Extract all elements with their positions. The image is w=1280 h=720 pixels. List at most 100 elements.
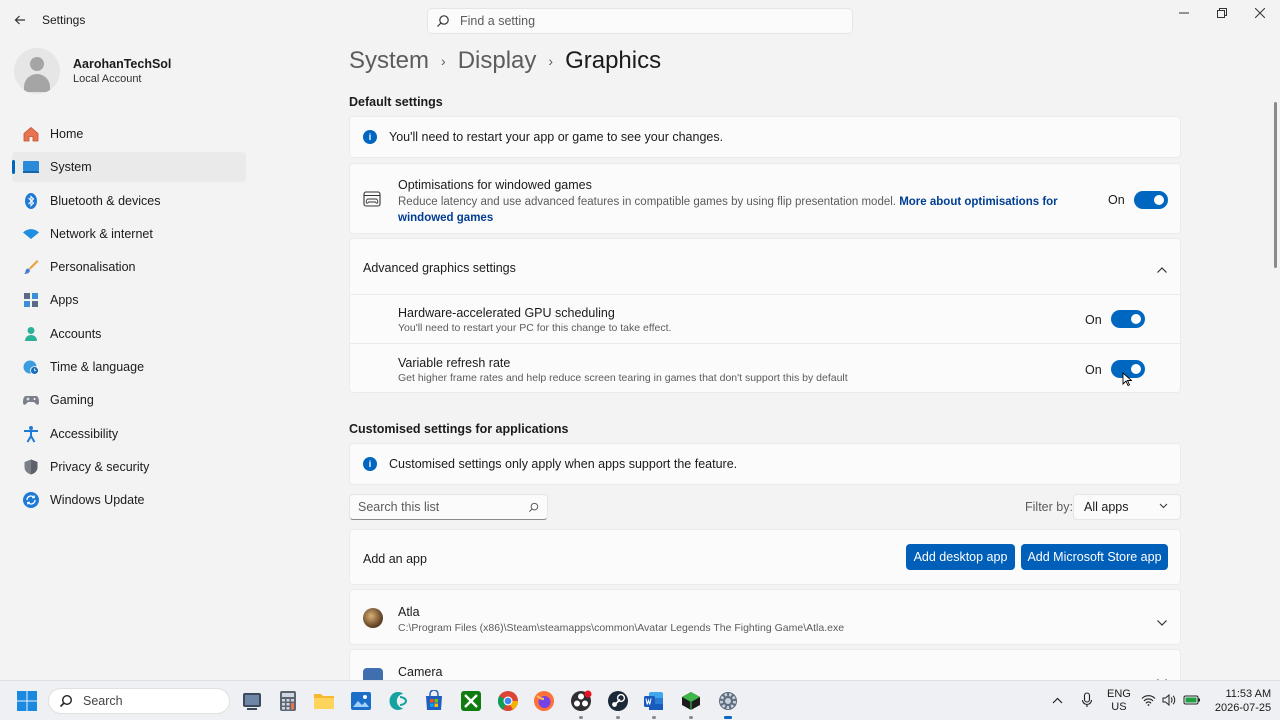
breadcrumb-display[interactable]: Display: [458, 47, 537, 75]
advanced-graphics-title: Advanced graphics settings: [363, 261, 516, 275]
user-profile[interactable]: AarohanTechSol Local Account: [14, 48, 171, 94]
add-app-card: Add an app Add desktop app Add Microsoft…: [349, 529, 1181, 585]
sidebar-item-gaming[interactable]: Gaming: [12, 385, 246, 415]
sidebar-item-accessibility[interactable]: Accessibility: [12, 419, 246, 449]
atla-app-icon: [363, 608, 383, 628]
scrollbar-thumb[interactable]: [1274, 102, 1277, 268]
battery-icon[interactable]: [1183, 694, 1201, 709]
region-code: US: [1111, 701, 1127, 713]
search-icon: [437, 15, 449, 27]
variable-refresh-title: Variable refresh rate: [398, 356, 511, 370]
accounts-icon: [22, 325, 40, 343]
advanced-graphics-card: Advanced graphics settings Hardware-acce…: [349, 238, 1181, 393]
gpu-scheduling-toggle[interactable]: [1111, 310, 1145, 328]
photos-icon[interactable]: [349, 689, 373, 713]
app-item-atla[interactable]: Atla C:\Program Files (x86)\Steam\steama…: [349, 589, 1181, 645]
windowed-games-state: On: [1108, 193, 1125, 207]
store-icon[interactable]: [422, 689, 446, 713]
settings-icon[interactable]: [716, 689, 740, 719]
language-indicator[interactable]: ENG US: [1107, 688, 1131, 714]
bluetooth-icon: [22, 192, 40, 210]
search-icon: [59, 694, 73, 708]
sidebar-item-time-language[interactable]: Time & language: [12, 352, 246, 382]
brush-icon: [22, 258, 40, 276]
file-explorer-icon[interactable]: [312, 689, 336, 713]
mouse-cursor-icon: [1122, 372, 1133, 391]
clock-time: 11:53 AM: [1225, 688, 1272, 700]
obs-icon[interactable]: [569, 689, 593, 719]
sidebar-item-network[interactable]: Network & internet: [12, 219, 246, 249]
sidebar-item-bluetooth[interactable]: Bluetooth & devices: [12, 186, 246, 216]
breadcrumb: System › Display › Graphics: [349, 47, 661, 75]
windowed-game-icon: [363, 190, 381, 213]
search-icon: [529, 502, 539, 512]
xbox-icon[interactable]: [459, 689, 483, 713]
windowed-games-toggle[interactable]: [1134, 191, 1168, 209]
app-title: Settings: [42, 13, 86, 27]
filter-label: Filter by:: [1025, 500, 1073, 514]
word-icon[interactable]: [642, 689, 666, 719]
sidebar-item-apps[interactable]: Apps: [12, 285, 246, 315]
taskbar-search-label: Search: [83, 694, 123, 708]
language-code: ENG: [1107, 688, 1131, 700]
chrome-icon[interactable]: [496, 689, 520, 713]
sidebar-item-privacy-security[interactable]: Privacy & security: [12, 452, 246, 482]
breadcrumb-system[interactable]: System: [349, 47, 429, 75]
minimize-icon[interactable]: [1166, 4, 1202, 22]
chevron-down-icon: [1156, 614, 1168, 632]
windowed-games-description: Reduce latency and use advanced features…: [398, 196, 896, 208]
filter-dropdown[interactable]: All apps: [1073, 494, 1181, 520]
add-desktop-app-button[interactable]: Add desktop app: [906, 544, 1015, 570]
gpu-scheduling-description: You'll need to restart your PC for this …: [398, 322, 672, 334]
search-this-list[interactable]: [349, 494, 548, 520]
restart-info-text: You'll need to restart your app or game …: [389, 130, 724, 144]
windows-start-icon[interactable]: [16, 690, 38, 712]
sidebar-item-accounts[interactable]: Accounts: [12, 319, 246, 349]
avatar: [14, 48, 60, 94]
vpn-app-icon[interactable]: [386, 689, 410, 713]
gpu-scheduling-state: On: [1085, 313, 1102, 327]
volume-icon[interactable]: [1162, 693, 1177, 709]
calculator-icon[interactable]: [276, 689, 300, 713]
restore-icon[interactable]: [1204, 4, 1240, 22]
shield-icon: [22, 458, 40, 476]
game-app-icon[interactable]: [679, 689, 703, 719]
chevron-down-icon: [1156, 673, 1168, 680]
section-title-default-settings: Default settings: [349, 95, 443, 109]
app-item-camera[interactable]: Camera: [349, 649, 1181, 680]
search-this-list-input[interactable]: [358, 500, 518, 514]
wifi-icon: [22, 225, 40, 243]
gamepad-icon: [22, 391, 40, 409]
sidebar-item-home[interactable]: Home: [12, 119, 246, 149]
globe-clock-icon: [22, 358, 40, 376]
taskbar-search[interactable]: Search: [48, 688, 230, 714]
sidebar-item-system[interactable]: System: [12, 152, 246, 183]
task-view-icon[interactable]: [240, 689, 264, 713]
sidebar-item-personalisation[interactable]: Personalisation: [12, 252, 246, 282]
divider: [350, 294, 1180, 295]
variable-refresh-description: Get higher frame rates and help reduce s…: [398, 372, 848, 384]
find-setting-search[interactable]: [427, 8, 853, 34]
windowed-games-card: Optimisations for windowed games Reduce …: [349, 163, 1181, 234]
sidebar-item-windows-update[interactable]: Windows Update: [12, 485, 246, 515]
home-icon: [22, 125, 40, 143]
profile-name: AarohanTechSol: [73, 57, 172, 71]
clock-date: 2026-07-25: [1214, 702, 1272, 714]
accessibility-icon: [22, 425, 40, 443]
advanced-graphics-header[interactable]: Advanced graphics settings: [350, 239, 1180, 295]
close-icon[interactable]: [1242, 4, 1278, 22]
find-setting-input[interactable]: [460, 14, 840, 28]
add-store-app-button[interactable]: Add Microsoft Store app: [1021, 544, 1168, 570]
gpu-scheduling-title: Hardware-accelerated GPU scheduling: [398, 306, 615, 320]
clock[interactable]: 11:53 AM 2026-07-25: [1215, 687, 1271, 715]
filter-value: All apps: [1084, 500, 1129, 514]
back-arrow-icon[interactable]: [8, 9, 32, 31]
chevron-right-icon: ›: [441, 53, 446, 69]
chevron-up-icon: [1156, 261, 1168, 279]
title-bar: Settings: [0, 0, 1280, 40]
wifi-icon[interactable]: [1141, 694, 1156, 709]
chevron-up-icon[interactable]: [1052, 695, 1063, 707]
steam-icon[interactable]: [606, 689, 630, 719]
microphone-icon[interactable]: [1081, 691, 1093, 711]
firefox-icon[interactable]: [532, 689, 556, 713]
